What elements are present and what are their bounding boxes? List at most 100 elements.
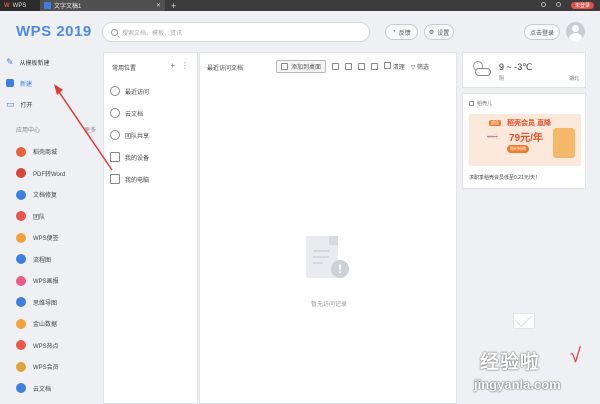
- login-button[interactable]: 点击登录: [524, 24, 560, 40]
- app-item[interactable]: 流程图: [16, 251, 101, 268]
- app-item[interactable]: PDF转Word: [16, 165, 101, 182]
- broom-icon: [384, 61, 392, 69]
- add-to-desktop-button[interactable]: 添加到桌面: [276, 59, 327, 73]
- app-item[interactable]: 稻壳商城: [16, 143, 101, 160]
- empty-state-illustration: !: [306, 236, 350, 284]
- mail-icon[interactable]: [513, 313, 535, 329]
- close-tab-icon[interactable]: ✕: [156, 2, 161, 9]
- checkmark-icon: √: [570, 345, 581, 367]
- app-center-more-link[interactable]: 更多: [84, 125, 96, 134]
- promo-card[interactable]: 稻壳儿 超值 稻壳会员 直降 199元 79元/年 限时抢购 求职季稻壳会员低至…: [462, 93, 586, 189]
- titlebar-item-2[interactable]: [555, 2, 563, 8]
- promo-old-price: 199元: [487, 134, 498, 139]
- promo-source: 稻壳儿: [477, 101, 493, 107]
- filter-icon: ▽: [410, 64, 416, 71]
- wps-tab-label: WPS: [12, 2, 27, 9]
- wps-home-tab[interactable]: W WPS: [0, 0, 40, 11]
- document-tab[interactable]: 文字文稿1 ✕: [40, 0, 165, 11]
- header: WPS 2019 搜索文档、模板、资讯 ◔ 反馈 ⚙ 设置 点击登录: [0, 11, 600, 47]
- sidebar-item-template-new[interactable]: ✎ 从模板新建: [6, 53, 96, 71]
- filter-button[interactable]: ▽ 筛选: [411, 62, 429, 71]
- user-status-badge[interactable]: 未登录: [570, 2, 594, 9]
- device-icon: [110, 152, 120, 162]
- docer-icon: [469, 101, 474, 106]
- sidebar-item-open[interactable]: ▭ 打开: [6, 95, 96, 113]
- location-team[interactable]: 团队共享: [110, 125, 196, 145]
- team-icon: [110, 130, 120, 140]
- app-label: 思维导图: [33, 300, 58, 307]
- locations-panel: 常用位置 + ⋮ 最近访问 云文档 团队共享 我的设备 我的电脑: [103, 52, 198, 404]
- promo-caption: 求职季稻壳会员低至0.21元/天！: [469, 175, 541, 181]
- app-item[interactable]: 金山数据: [16, 315, 101, 332]
- app-item[interactable]: 思维导图: [16, 294, 101, 311]
- app-label: WPS热点: [33, 343, 59, 350]
- app-icon: [16, 254, 26, 264]
- clear-label: 清理: [392, 64, 405, 71]
- watermark: 经验啦 √ jingyanla.com: [470, 345, 600, 401]
- cloudy-weather-icon: [471, 60, 491, 80]
- new-tab-button[interactable]: +: [171, 1, 176, 11]
- app-icon: [16, 232, 26, 243]
- location-recent[interactable]: 最近访问: [110, 81, 196, 101]
- recent-documents-title: 最近访问文档: [207, 66, 244, 72]
- search-input[interactable]: 搜索文档、模板、资讯: [102, 22, 370, 42]
- location-devices[interactable]: 我的设备: [110, 147, 196, 167]
- sidebar-item-label: 新建: [20, 81, 33, 88]
- app-icon: [16, 383, 26, 393]
- recent-toolbar: 添加到桌面 清理 ▽ 筛选: [276, 59, 429, 73]
- lock-icon[interactable]: [345, 62, 353, 70]
- wps-logo-icon: W: [4, 2, 10, 9]
- app-icon: [16, 211, 26, 221]
- location-label: 团队共享: [125, 133, 150, 140]
- add-location-icon[interactable]: +: [170, 61, 175, 70]
- warning-icon: !: [331, 260, 349, 278]
- titlebar-item-1[interactable]: [540, 2, 548, 8]
- chat-icon: ◔: [392, 29, 396, 35]
- promo-header: 稻壳儿: [469, 100, 492, 107]
- share-icon[interactable]: [358, 62, 366, 70]
- promo-price: 79元/年: [509, 133, 543, 144]
- clear-button[interactable]: 清理: [384, 61, 405, 71]
- feedback-button[interactable]: ◔ 反馈: [385, 24, 418, 40]
- sidebar: ✎ 从模板新建 新建 ▭ 打开 应用中心 更多 稻壳商城 PDF转Word 文档修复…: [0, 47, 101, 404]
- app-icon: [16, 340, 26, 350]
- feedback-label: 反馈: [398, 30, 411, 37]
- app-item[interactable]: WPS会员: [16, 358, 101, 375]
- app-label: 团队: [33, 214, 46, 221]
- app-label: WPS画报: [33, 279, 59, 285]
- upload-icon[interactable]: [332, 62, 340, 70]
- search-icon: [111, 28, 118, 36]
- settings-button[interactable]: ⚙ 设置: [424, 24, 454, 40]
- weather-condition: 阴: [499, 76, 505, 82]
- promo-cta-button[interactable]: 限时抢购: [507, 145, 529, 153]
- app-item[interactable]: 文档修复: [16, 186, 101, 203]
- app-item[interactable]: 云文档: [16, 380, 101, 397]
- app-item[interactable]: WPS便签: [16, 229, 101, 246]
- more-icon[interactable]: ⋮: [181, 61, 189, 70]
- app-title: WPS 2019: [16, 23, 92, 40]
- avatar[interactable]: [566, 22, 585, 41]
- promo-tag: 超值: [489, 120, 501, 126]
- empty-state-text: 暂无访问记录: [310, 302, 347, 308]
- app-item[interactable]: WPS画报: [16, 272, 101, 289]
- location-label: 我的电脑: [125, 177, 150, 184]
- app-item[interactable]: WPS热点: [16, 337, 101, 354]
- app-label: 稻壳商城: [33, 150, 58, 156]
- weather-widget[interactable]: 9 ~ -3℃ 阴 湖北: [462, 52, 586, 88]
- temperature: 9 ~ -3℃: [499, 62, 533, 72]
- clock-icon: [110, 86, 120, 96]
- promo-banner[interactable]: 超值 稻壳会员 直降 199元 79元/年 限时抢购: [469, 114, 581, 166]
- sidebar-item-new[interactable]: 新建: [6, 74, 96, 92]
- locations-toolbar: + ⋮: [170, 61, 189, 70]
- weather-city: 湖北: [568, 76, 579, 82]
- location-cloud[interactable]: 云文档: [110, 103, 196, 123]
- desktop-icon: [281, 62, 288, 70]
- app-label: 金山数据: [33, 322, 58, 328]
- gear-icon: ⚙: [428, 29, 435, 36]
- location-my-computer[interactable]: 我的电脑: [110, 169, 196, 189]
- app-label: 云文档: [33, 386, 52, 393]
- app-icon: [16, 146, 26, 157]
- app-item[interactable]: 团队: [16, 208, 101, 225]
- properties-icon[interactable]: [371, 62, 379, 70]
- app-icon: [16, 168, 26, 178]
